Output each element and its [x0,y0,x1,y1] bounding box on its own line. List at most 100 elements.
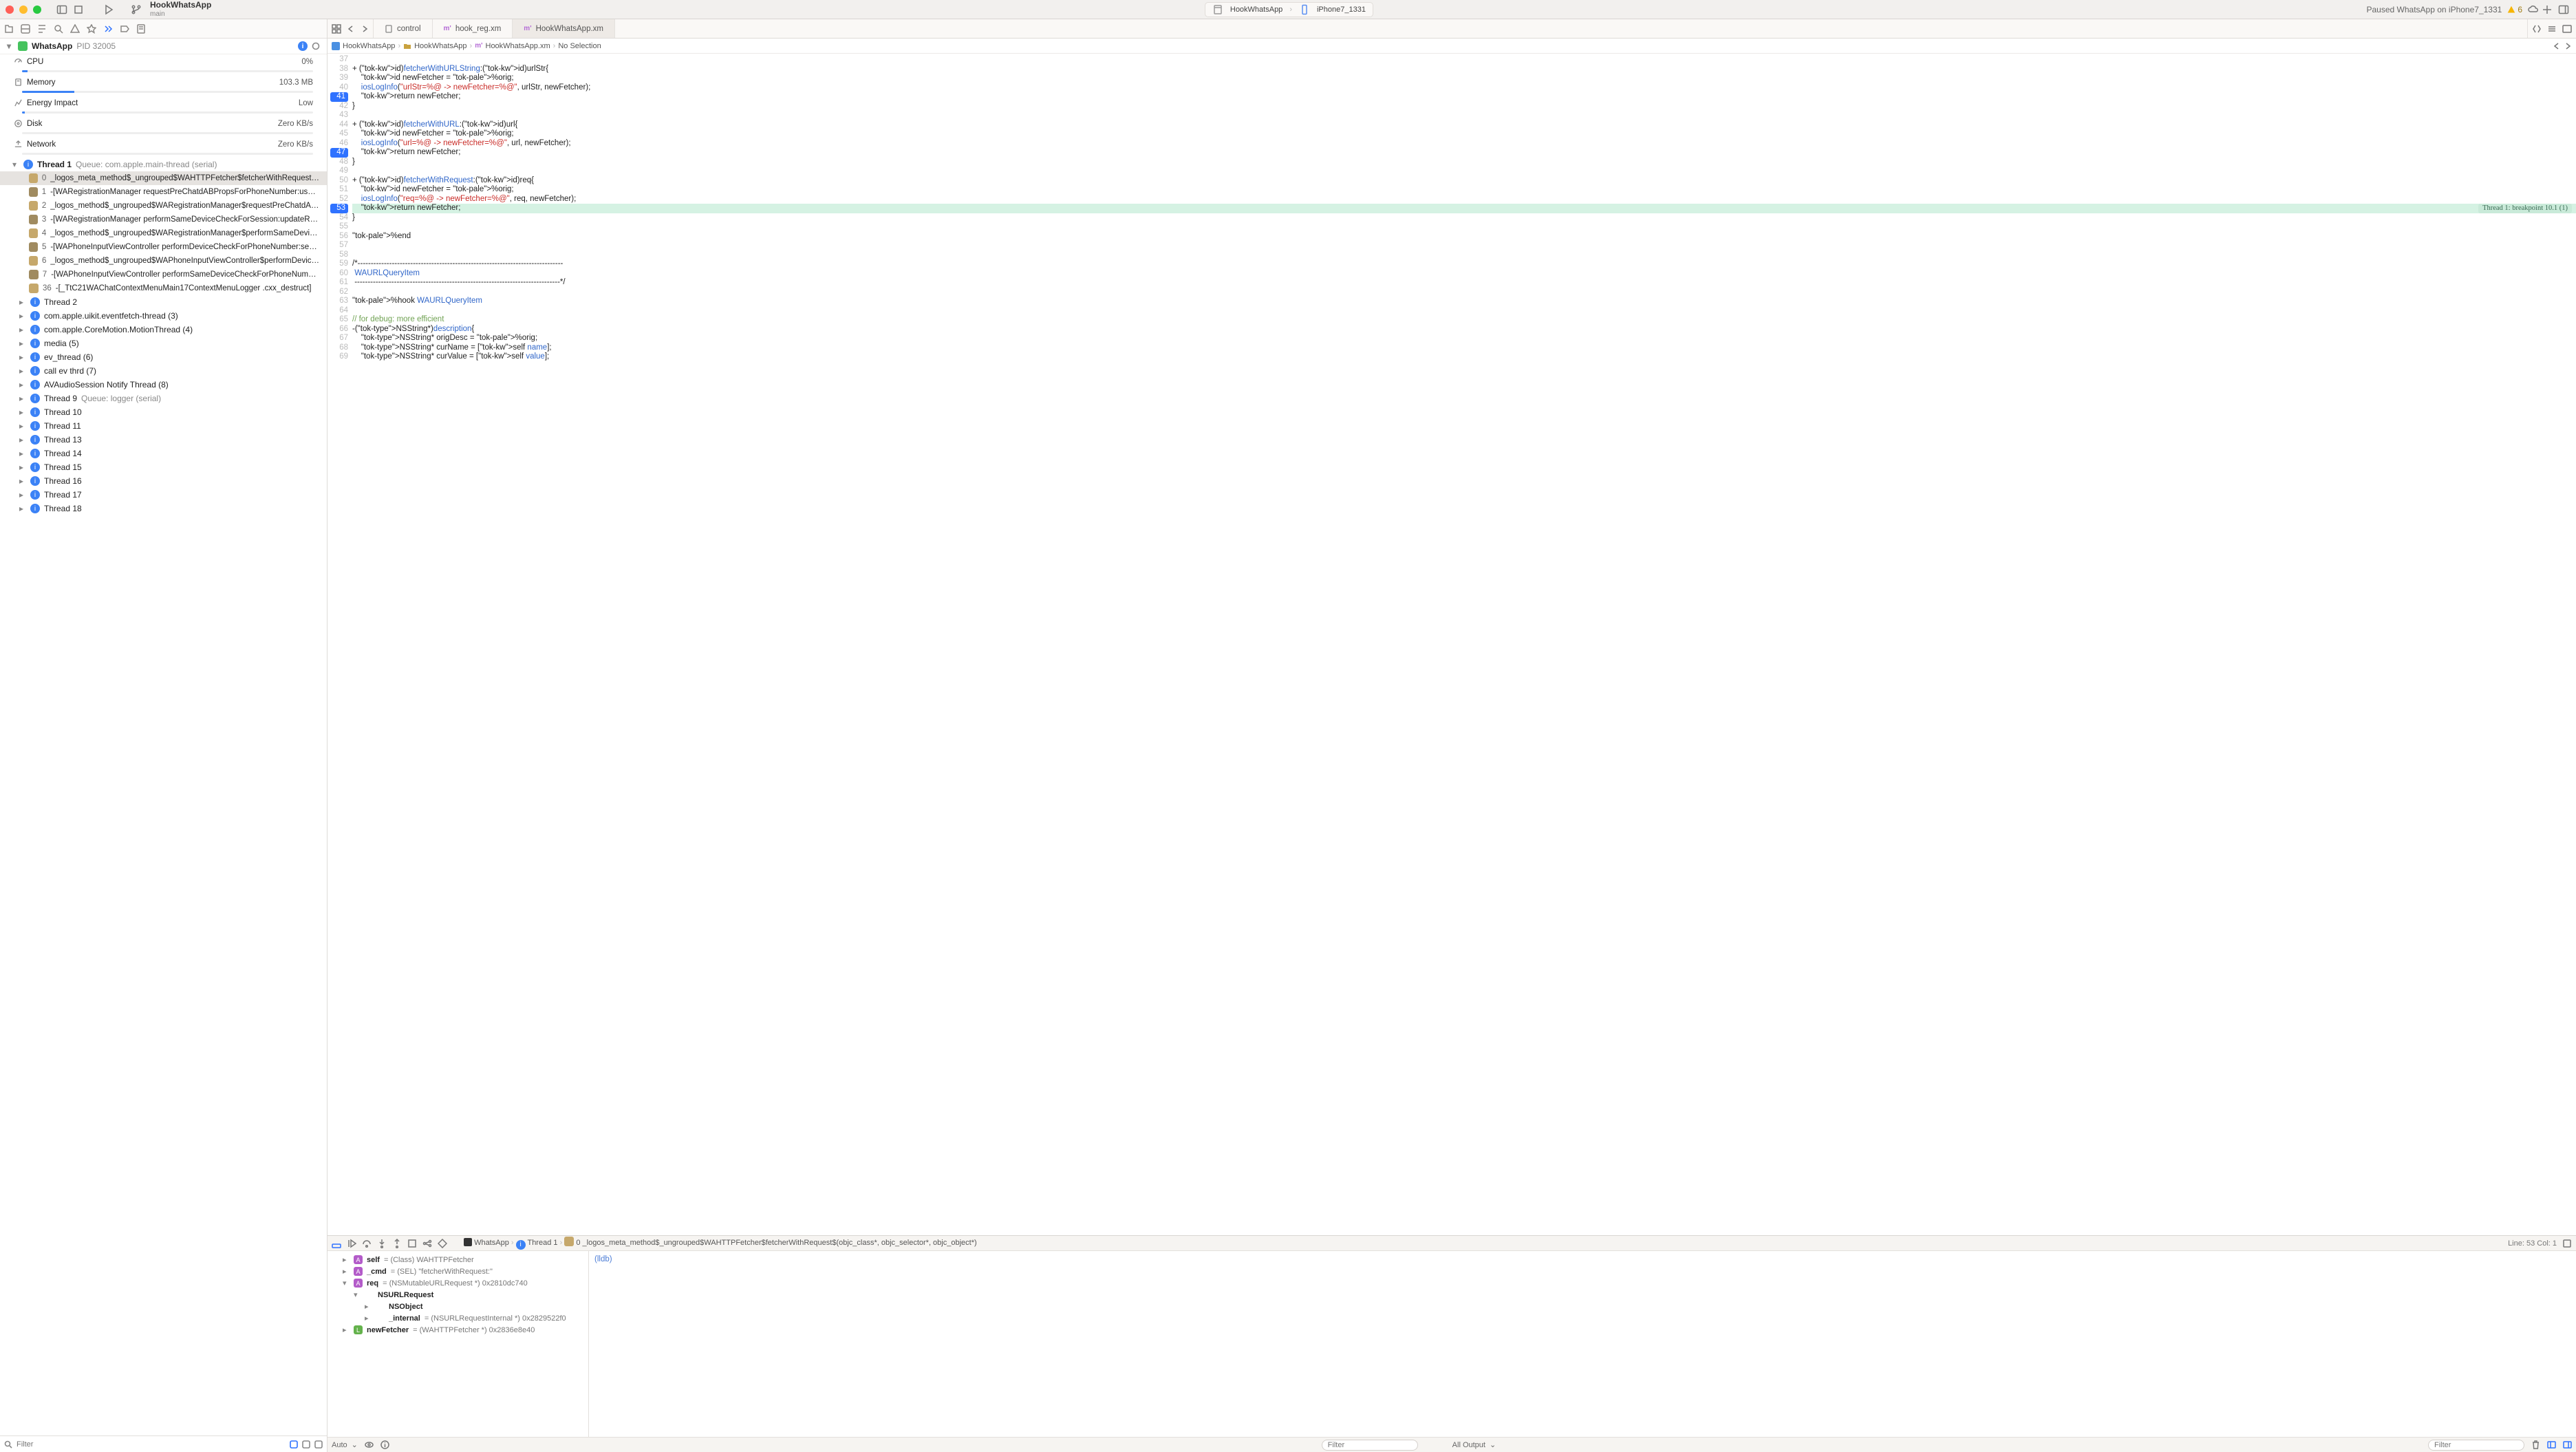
location-icon[interactable] [438,1239,447,1248]
editor-tab[interactable]: m'hook_reg.xm [433,19,513,38]
memory-graph-icon[interactable] [422,1239,432,1248]
continue-icon[interactable] [347,1239,356,1248]
toggle-left-panel-button[interactable] [54,1,70,18]
gauge-row[interactable]: Memory103.3 MB [0,75,327,89]
gauge-row[interactable]: NetworkZero KB/s [0,137,327,151]
gauge-row[interactable]: Energy ImpactLow [0,96,327,110]
project-nav-icon[interactable] [4,24,14,34]
gauge-row[interactable]: DiskZero KB/s [0,116,327,131]
stop-button[interactable] [70,1,87,18]
console-filter-input[interactable] [2428,1440,2524,1451]
thread-row[interactable]: ▸iThread 17 [0,488,327,502]
vars-filter-input[interactable] [1322,1440,1418,1451]
vars-scope-selector[interactable]: Auto ⌄ [332,1440,358,1449]
debug-nav-icon[interactable] [103,24,113,34]
stack-frame[interactable]: 2 _logos_method$_ungrouped$WARegistratio… [0,199,327,213]
variables-view[interactable]: ▸Aself = (Class) WAHTTPFetcher▸A_cmd = (… [328,1251,589,1437]
window-controls[interactable] [6,6,41,14]
thread-row[interactable]: ▾ i Thread 1 Queue: com.apple.main-threa… [0,158,327,171]
thread-row[interactable]: ▸iThread 2 [0,295,327,309]
thread-row[interactable]: ▸iThread 15 [0,460,327,474]
symbol-nav-icon[interactable] [37,24,47,34]
stack-frame[interactable]: 36 -[_TtC21WAChatContextMenuMain17Contex… [0,281,327,295]
info-icon[interactable] [380,1440,389,1449]
thread-row[interactable]: ▸iThread 10 [0,405,327,419]
minimap-icon[interactable] [2562,1239,2572,1248]
find-nav-icon[interactable] [54,24,63,34]
toggle-right-panel-button[interactable] [2555,1,2572,18]
thread-row[interactable]: ▸iThread 14 [0,447,327,460]
run-destination[interactable]: HookWhatsApp › iPhone7_1331 [1205,2,1373,17]
jumpbar-2[interactable]: HookWhatsApp.xm [486,42,550,50]
quicklook-icon[interactable] [365,1440,374,1449]
thread-row[interactable]: ▸iev_thread (6) [0,350,327,364]
close-window-icon[interactable] [6,6,14,14]
code-area[interactable]: + ("tok-kw">id)fetcherWithURLString:("to… [352,54,2576,1235]
thread-row[interactable]: ▸iThread 16 [0,474,327,488]
variable-row[interactable]: ▾NSURLRequest [328,1289,588,1301]
stack-frame[interactable]: 7 -[WAPhoneInputViewController performSa… [0,268,327,281]
step-out-icon[interactable] [392,1239,402,1248]
variable-row[interactable]: ▸NSObject [328,1301,588,1312]
thread-row[interactable]: ▸iThread 13 [0,433,327,447]
related-items-icon[interactable] [332,24,341,34]
debug-crumb-frame[interactable]: 0 _logos_meta_method$_ungrouped$WAHTTPFe… [576,1239,976,1247]
step-into-icon[interactable] [377,1239,387,1248]
forward-icon[interactable] [361,25,369,33]
run-button[interactable] [100,1,117,18]
stack-frame[interactable]: 5 -[WAPhoneInputViewController performDe… [0,240,327,254]
console-scope-selector[interactable]: All Output ⌄ [1452,1440,1496,1449]
jump-fwd-icon[interactable] [2564,42,2572,50]
thread-row[interactable]: ▸iThread 9Queue: logger (serial) [0,392,327,405]
gauge-row[interactable]: CPU0% [0,54,327,69]
report-nav-icon[interactable] [136,24,146,34]
editor-tab[interactable]: m'HookWhatsApp.xm [513,19,615,38]
variable-row[interactable]: ▸Aself = (Class) WAHTTPFetcher [328,1254,588,1266]
thread-row[interactable]: ▸icom.apple.uikit.eventfetch-thread (3) [0,309,327,323]
variable-row[interactable]: ▸LnewFetcher = (WAHTTPFetcher *) 0x2836e… [328,1324,588,1336]
jump-back-icon[interactable] [2553,42,2561,50]
thread-row[interactable]: ▸imedia (5) [0,337,327,350]
show-console-icon[interactable] [2563,1440,2572,1449]
source-editor[interactable]: 3738394041424344454647484950515253545556… [328,54,2576,1235]
process-row[interactable]: ▾ WhatsApp PID 32005 i [0,39,327,54]
filter-icon[interactable] [4,1440,12,1449]
jumpbar-0[interactable]: HookWhatsApp [343,42,395,50]
zoom-window-icon[interactable] [33,6,41,14]
stack-frame[interactable]: 4 _logos_method$_ungrouped$WARegistratio… [0,226,327,240]
variable-row[interactable]: ▾Areq = (NSMutableURLRequest *) 0x2810dc… [328,1277,588,1289]
toggle-debug-area-icon[interactable] [332,1239,341,1248]
scheme-selector[interactable]: HookWhatsApp main [150,1,211,17]
navigator-filter-input[interactable] [17,1440,286,1449]
editor-layout-icon[interactable] [2562,24,2572,34]
editor-tab[interactable]: control [374,19,433,38]
info-badge-icon[interactable]: i [298,41,308,51]
stack-frame[interactable]: 1 -[WARegistrationManager requestPreChat… [0,185,327,199]
line-gutter[interactable]: 3738394041424344454647484950515253545556… [328,54,352,1235]
stack-frame[interactable]: 3 -[WARegistrationManager performSameDev… [0,213,327,226]
thread-row[interactable]: ▸iThread 18 [0,502,327,515]
compare-icon[interactable] [2532,24,2542,34]
filter-toggle-1-icon[interactable] [290,1440,298,1449]
step-over-icon[interactable] [362,1239,372,1248]
stack-frame[interactable]: 6 _logos_method$_ungrouped$WAPhoneInputV… [0,254,327,268]
issue-nav-icon[interactable] [70,24,80,34]
thread-row[interactable]: ▸icom.apple.CoreMotion.MotionThread (4) [0,323,327,337]
filter-toggle-2-icon[interactable] [302,1440,310,1449]
breakpoint-nav-icon[interactable] [120,24,129,34]
jumpbar-1[interactable]: HookWhatsApp [414,42,466,50]
adjust-editor-icon[interactable] [2547,24,2557,34]
add-editor-button[interactable] [2539,1,2555,18]
jumpbar-3[interactable]: No Selection [558,42,601,50]
show-vars-icon[interactable] [2547,1440,2556,1449]
minimize-window-icon[interactable] [19,6,28,14]
debug-crumb-thread[interactable]: Thread 1 [527,1239,557,1247]
thread-row[interactable]: ▸iAVAudioSession Notify Thread (8) [0,378,327,392]
jump-bar[interactable]: HookWhatsApp› HookWhatsApp› m' HookWhats… [328,39,2576,54]
trash-icon[interactable] [2531,1440,2540,1449]
thread-row[interactable]: ▸iThread 11 [0,419,327,433]
test-nav-icon[interactable] [87,24,96,34]
stack-frame[interactable]: 0 _logos_meta_method$_ungrouped$WAHTTPFe… [0,171,327,185]
debug-view-icon[interactable] [407,1239,417,1248]
settings-icon[interactable] [312,42,320,50]
